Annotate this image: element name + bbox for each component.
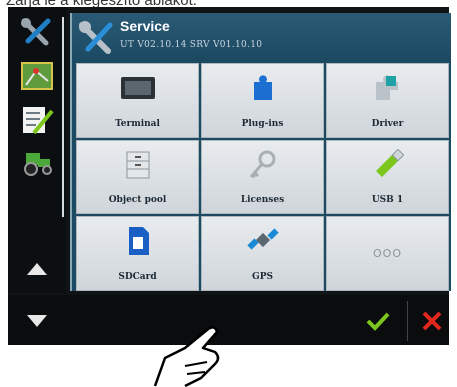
- usb-stick-icon: [368, 147, 408, 183]
- driver-tile[interactable]: Driver: [326, 63, 449, 138]
- terminal-icon: [118, 70, 158, 106]
- usb-1-tile[interactable]: USB 1: [326, 139, 449, 215]
- tile-label: USB 1: [371, 195, 404, 206]
- cabinet-icon: [118, 147, 158, 183]
- tile-label: Licenses: [240, 195, 285, 206]
- button-separator: [407, 301, 408, 341]
- sdcard-tile[interactable]: SDCard: [76, 216, 199, 291]
- more-icon: OOO: [373, 247, 402, 261]
- sdcard-icon: [118, 223, 158, 259]
- terminal-tile[interactable]: Terminal: [76, 63, 199, 138]
- close-icon: [422, 311, 442, 331]
- tile-label: Plug-ins: [241, 118, 284, 129]
- tile-label: Object pool: [108, 195, 167, 206]
- service-tiles-grid: Terminal Plug-ins Driver Object pool Lic…: [76, 63, 449, 291]
- driver-puzzle-icon: [368, 70, 408, 106]
- map-icon[interactable]: [16, 59, 58, 93]
- tile-label: Driver: [371, 118, 404, 129]
- panel-header: Service UT V02.10.14 SRV V01.10.10: [72, 13, 451, 59]
- version-info: UT V02.10.14 SRV V01.10.10: [120, 40, 263, 50]
- key-icon: [243, 147, 283, 183]
- tractor-icon[interactable]: [16, 145, 58, 179]
- service-panel: Service UT V02.10.14 SRV V01.10.10 Termi…: [70, 13, 451, 291]
- scroll-up-arrow-icon[interactable]: [20, 257, 54, 281]
- confirm-button[interactable]: [362, 305, 394, 337]
- satellite-icon: [243, 223, 283, 259]
- object-pool-tile[interactable]: Object pool: [76, 139, 199, 215]
- licenses-tile[interactable]: Licenses: [201, 139, 324, 215]
- wrench-screwdriver-icon[interactable]: [16, 15, 58, 49]
- scroll-down-arrow-icon[interactable]: [20, 309, 54, 333]
- tile-label: SDCard: [118, 271, 157, 282]
- tile-label: GPS: [252, 271, 273, 282]
- gps-tile[interactable]: GPS: [201, 216, 324, 291]
- page-title: Service: [120, 18, 170, 34]
- pointing-hand-icon: [153, 326, 220, 387]
- left-sidebar: [8, 7, 66, 293]
- checkmark-icon: [366, 312, 390, 331]
- more-tile[interactable]: OOO: [326, 216, 449, 291]
- plug-ins-tile[interactable]: Plug-ins: [201, 63, 324, 138]
- tile-label: Terminal: [115, 118, 160, 129]
- sidebar-scrollbar[interactable]: [62, 17, 64, 217]
- wrench-screwdriver-icon: [78, 19, 114, 55]
- terminal-screen: Service UT V02.10.14 SRV V01.10.10 Termi…: [8, 7, 451, 345]
- checklist-icon[interactable]: [16, 103, 58, 137]
- cancel-button[interactable]: [416, 305, 448, 337]
- puzzle-icon: [243, 70, 283, 106]
